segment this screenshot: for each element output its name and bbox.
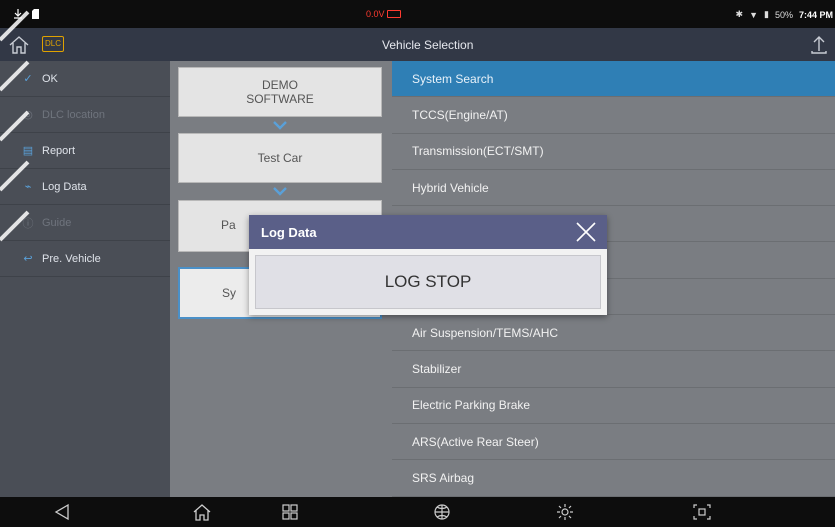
back-arrow-icon: ↩	[23, 253, 33, 265]
download-icon	[14, 9, 22, 19]
chevron-down-icon	[273, 187, 287, 196]
close-icon[interactable]	[575, 221, 597, 243]
sidebar-item-log-data[interactable]: ⌁ Log Data	[0, 169, 170, 205]
title-bar: DLC Vehicle Selection	[0, 28, 835, 61]
list-item-label: SRS Airbag	[412, 470, 475, 485]
list-item[interactable]: ARS(Active Rear Steer)	[392, 424, 835, 461]
chevron-down-icon	[273, 121, 287, 130]
check-icon: ✓	[23, 73, 33, 85]
status-right: ✱ ▼ ▮ 50% 7:44 PM	[736, 9, 833, 20]
home-icon[interactable]	[8, 35, 30, 55]
list-item[interactable]: Electric Parking Brake	[392, 388, 835, 424]
sidebar-item-dlc-location: ◎ DLC location	[0, 97, 170, 133]
breadcrumb-label: Pa	[221, 218, 236, 232]
list-item[interactable]: Hybrid Vehicle	[392, 170, 835, 207]
breadcrumb-demo-software[interactable]: DEMO SOFTWARE	[178, 67, 382, 117]
nav-bar	[0, 497, 835, 527]
wifi-icon: ▼	[749, 9, 759, 20]
voltage-indicator: 0.0V	[366, 9, 401, 19]
list-item[interactable]: Stabilizer	[392, 351, 835, 388]
info-icon: ⓘ	[22, 217, 34, 230]
report-icon: ▤	[22, 145, 34, 157]
back-icon[interactable]	[52, 503, 72, 521]
bluetooth-icon: ✱	[735, 9, 744, 19]
log-data-dialog: Log Data LOG STOP	[249, 215, 607, 315]
sidebar-item-ok[interactable]: ✓ OK	[0, 61, 170, 97]
sidebar: ✓ OK ◎ DLC location ▤ Report ⌁ Log Data …	[0, 61, 170, 497]
dlc-icon[interactable]: DLC	[42, 36, 64, 52]
list-item-label: Air Suspension/TEMS/AHC	[412, 325, 559, 340]
status-bar: 0.0V ✱ ▼ ▮ 50% 7:44 PM	[0, 0, 835, 28]
clock: 7:44 PM	[798, 9, 833, 20]
screenshot-icon[interactable]	[692, 503, 712, 521]
sidebar-item-guide: ⓘ Guide	[0, 205, 170, 241]
location-icon: ◎	[23, 109, 33, 121]
sidebar-item-report[interactable]: ▤ Report	[0, 133, 170, 169]
log-stop-label: LOG STOP	[384, 272, 472, 291]
list-item[interactable]: TCCS(Engine/AT)	[392, 97, 835, 134]
status-left-icons	[14, 9, 39, 19]
breadcrumb-label-line2: SOFTWARE	[246, 92, 314, 106]
sidebar-item-label: Pre. Vehicle	[42, 252, 101, 265]
car-battery-icon	[386, 10, 401, 18]
breadcrumb-label: Test Car	[257, 151, 303, 165]
sd-card-icon	[32, 9, 39, 19]
globe-icon[interactable]	[432, 503, 452, 521]
sidebar-item-label: DLC location	[42, 108, 105, 121]
log-stop-button[interactable]: LOG STOP	[255, 255, 601, 309]
sidebar-item-label: Guide	[42, 216, 72, 229]
list-item-label: System Search	[412, 71, 494, 86]
settings-icon[interactable]	[555, 503, 575, 521]
battery-percent: 50%	[774, 9, 793, 20]
list-item[interactable]: SRS Airbag	[392, 460, 835, 497]
sidebar-item-label: Log Data	[42, 180, 87, 193]
list-item-label: ARS(Active Rear Steer)	[412, 434, 539, 449]
chart-icon: ⌁	[24, 181, 32, 193]
page-title: Vehicle Selection	[382, 38, 474, 52]
list-item-label: Transmission(ECT/SMT)	[412, 144, 544, 159]
sidebar-item-pre-vehicle[interactable]: ↩ Pre. Vehicle	[0, 241, 170, 277]
list-item-label: TCCS(Engine/AT)	[412, 107, 508, 122]
breadcrumb-label: Sy	[222, 286, 237, 300]
breadcrumb-test-car[interactable]: Test Car	[178, 133, 382, 183]
sidebar-item-label: Report	[42, 144, 76, 157]
list-item[interactable]: Transmission(ECT/SMT)	[392, 134, 835, 170]
dialog-header: Log Data	[249, 215, 607, 249]
battery-icon: ▮	[764, 9, 769, 19]
recent-apps-icon[interactable]	[280, 503, 300, 521]
list-item-label: Electric Parking Brake	[412, 398, 531, 413]
breadcrumb-label-line1: DEMO	[262, 78, 298, 92]
list-item-label: Stabilizer	[412, 362, 462, 377]
upload-icon[interactable]	[811, 34, 827, 54]
list-item[interactable]: System Search	[392, 61, 835, 98]
sidebar-item-label: OK	[42, 72, 58, 85]
voltage-value: 0.0V	[366, 9, 385, 19]
home-icon[interactable]	[192, 503, 212, 521]
dialog-title: Log Data	[261, 225, 317, 240]
list-item[interactable]: Air Suspension/TEMS/AHC	[392, 315, 835, 352]
dlc-label: DLC	[44, 39, 61, 48]
list-item-label: Hybrid Vehicle	[412, 180, 489, 195]
